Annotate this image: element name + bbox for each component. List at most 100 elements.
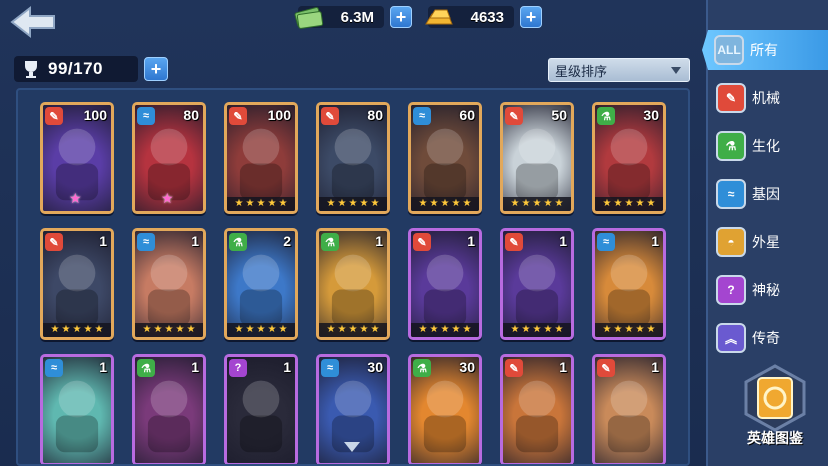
star-rating: ★ ★ ★ ★ ★ (411, 323, 479, 337)
star-icon: ★ (554, 198, 564, 209)
hero-card[interactable]: ✎ 1 (500, 354, 574, 464)
hero-grid: ✎ 100 ★ ≈80 ★ ✎ 100 ★ ★ ★ ★ ★ ✎ 80 ★ ★ ★ ★ ★ ≈60 ★ ★ ★ ★ ★ ✎… (40, 102, 666, 464)
hero-card[interactable]: ✎ 1 (592, 354, 666, 464)
hero-card[interactable]: ≈1 (40, 354, 114, 464)
hero-level: 1 (99, 233, 107, 249)
star-icon: ★ (543, 198, 553, 209)
star-icon: ★ (554, 324, 564, 335)
hero-level: 2 (283, 233, 291, 249)
hero-grid-panel: ✎ 100 ★ ≈80 ★ ✎ 100 ★ ★ ★ ★ ★ ✎ 80 ★ ★ ★ ★ ★ ≈60 ★ ★ ★ ★ ★ ✎… (16, 88, 690, 466)
tab-legend[interactable]: ︽ 传奇 (708, 318, 828, 358)
hero-level: 1 (283, 359, 291, 375)
add-gold-button[interactable]: + (520, 6, 542, 28)
bio-flask-icon: ⚗ (716, 131, 746, 161)
hero-card[interactable]: ✎ 100 ★ ★ ★ ★ ★ (224, 102, 298, 214)
hero-codex-button[interactable]: 英雄图鉴 (730, 362, 820, 462)
hero-card[interactable]: ⚗ 1 ★ ★ ★ ★ ★ (316, 228, 390, 340)
hero-card[interactable]: ✎ 1 ★ ★ ★ ★ ★ (408, 228, 482, 340)
hero-level: 80 (183, 107, 199, 123)
star-icon: ★ (359, 324, 369, 335)
star-icon: ★ (521, 324, 531, 335)
bio-type-icon: ⚗ (597, 107, 615, 125)
hero-card[interactable]: ⚗ 30 (408, 354, 482, 464)
star-icon: ★ (234, 198, 244, 209)
star-rating: ★ ★ ★ ★ ★ (319, 197, 387, 211)
star-icon: ★ (370, 324, 380, 335)
gold-bar-icon (425, 9, 453, 25)
mech-type-icon: ✎ (597, 359, 615, 377)
tab-bio[interactable]: ⚗ 生化 (708, 126, 828, 166)
hero-card[interactable]: ⚗ 30 ★ ★ ★ ★ ★ (592, 102, 666, 214)
hero-capacity: 99/170 + (14, 54, 170, 84)
star-icon: ★ (462, 198, 472, 209)
codex-book-icon (744, 364, 806, 432)
hero-card[interactable]: ≈80 ★ (132, 102, 206, 214)
star-icon: ★ (326, 324, 336, 335)
chevron-down-icon (671, 67, 681, 74)
tab-all[interactable]: ALL 所有 (702, 30, 828, 70)
star-icon: ★ (278, 324, 288, 335)
tab-label: 神秘 (752, 282, 780, 298)
gene-type-icon: ≈ (413, 107, 431, 125)
scroll-down-icon[interactable] (342, 440, 362, 454)
hero-card[interactable]: ✎ 1 ★ ★ ★ ★ ★ (500, 228, 574, 340)
gene-type-icon: ≈ (321, 359, 339, 377)
capacity-value: 99/170 (48, 59, 103, 78)
mech-wrench-icon: ✎ (716, 83, 746, 113)
trophy-icon (25, 61, 37, 78)
hero-card[interactable]: ✎ 100 ★ (40, 102, 114, 214)
mech-type-icon: ✎ (505, 359, 523, 377)
hero-card[interactable]: ? 1 (224, 354, 298, 464)
tab-mystic[interactable]: ? 神秘 (708, 270, 828, 310)
gene-type-icon: ≈ (137, 233, 155, 251)
cash-counter: 6.3M + (294, 4, 412, 30)
bio-type-icon: ⚗ (137, 359, 155, 377)
hero-card[interactable]: ✎ 1 ★ ★ ★ ★ ★ (40, 228, 114, 340)
star-rating: ★ ★ ★ ★ ★ (135, 323, 203, 337)
star-icon: ★ (624, 324, 634, 335)
star-icon: ★ (348, 324, 358, 335)
tab-label: 外星 (752, 234, 780, 250)
hero-level: 80 (367, 107, 383, 123)
star-icon: ★ (186, 324, 196, 335)
star-icon: ★ (543, 324, 553, 335)
star-icon: ★ (532, 324, 542, 335)
hero-level: 1 (559, 233, 567, 249)
hero-level: 30 (459, 359, 475, 375)
hero-card[interactable]: ⚗ 2 ★ ★ ★ ★ ★ (224, 228, 298, 340)
tab-alien[interactable]: ◓ 外星 (708, 222, 828, 262)
hero-card[interactable]: ✎ 80 ★ ★ ★ ★ ★ (316, 102, 390, 214)
star-icon: ★ (429, 324, 439, 335)
add-cash-button[interactable]: + (390, 6, 412, 28)
awakened-star-icon: ★ (69, 190, 82, 206)
star-rating: ★ ★ ★ ★ ★ (411, 197, 479, 211)
star-icon: ★ (267, 198, 277, 209)
gene-type-icon: ≈ (45, 359, 63, 377)
star-icon: ★ (359, 198, 369, 209)
hero-card[interactable]: ⚗ 1 (132, 354, 206, 464)
star-icon: ★ (94, 324, 104, 335)
star-icon: ★ (164, 324, 174, 335)
question-mark-icon: ? (716, 275, 746, 305)
hero-card[interactable]: ≈1 ★ ★ ★ ★ ★ (592, 228, 666, 340)
star-icon: ★ (256, 324, 266, 335)
star-rating: ★ ★ ★ ★ ★ (595, 323, 663, 337)
back-arrow-icon (10, 5, 55, 39)
star-icon: ★ (245, 198, 255, 209)
star-icon: ★ (234, 324, 244, 335)
expand-capacity-button[interactable]: + (144, 57, 168, 81)
sort-dropdown[interactable]: 星级排序 (548, 58, 690, 82)
alien-icon: ◓ (716, 227, 746, 257)
hero-level: 1 (651, 359, 659, 375)
dna-icon: ≈ (716, 179, 746, 209)
tab-gene[interactable]: ≈ 基因 (708, 174, 828, 214)
hero-card[interactable]: ✎ 50 ★ ★ ★ ★ ★ (500, 102, 574, 214)
hero-card[interactable]: ≈1 ★ ★ ★ ★ ★ (132, 228, 206, 340)
star-icon: ★ (440, 324, 450, 335)
star-icon: ★ (348, 198, 358, 209)
tab-mech[interactable]: ✎ 机械 (708, 78, 828, 118)
star-icon: ★ (510, 198, 520, 209)
mech-type-icon: ✎ (505, 233, 523, 251)
back-button[interactable] (8, 4, 58, 40)
hero-card[interactable]: ≈60 ★ ★ ★ ★ ★ (408, 102, 482, 214)
